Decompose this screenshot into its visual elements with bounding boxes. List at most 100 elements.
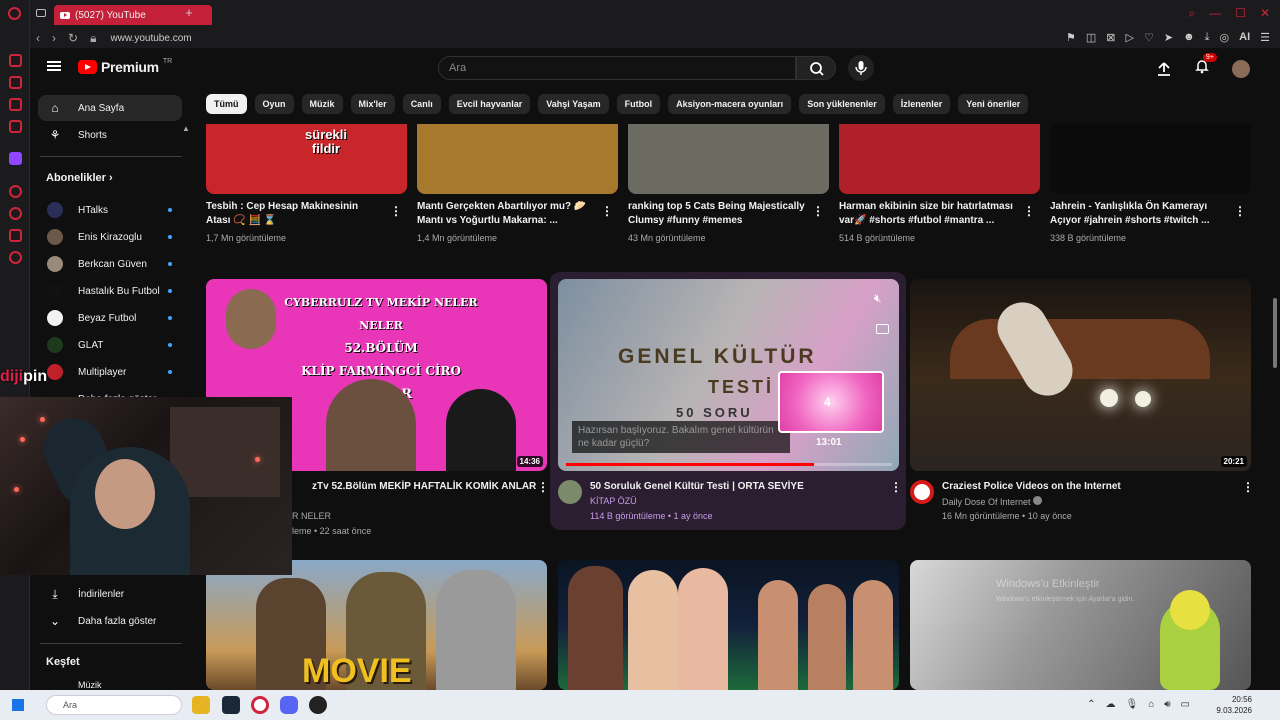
extension-icon[interactable]: ⚑ [1066,31,1076,44]
new-tab-button[interactable]: + [182,6,196,20]
tab-manager-icon[interactable] [36,9,46,17]
filter-chip[interactable]: Aksiyon-macera oyunları [668,94,792,114]
short-title[interactable]: Jahrein - Yanlışlıkla Ön Kamerayı Açıyor … [1050,200,1210,228]
volume-icon[interactable]: 🔊︎ [1164,699,1170,710]
sidebar-item-downloads[interactable]: ⤓ İndirilenler [38,581,182,607]
search-tabs-icon[interactable]: ⌕ [1188,6,1195,21]
more-options-icon[interactable]: ⋮ [537,480,549,494]
scrollbar-thumb[interactable] [1273,298,1277,368]
voice-search-button[interactable] [848,55,874,81]
extension-icon[interactable]: ⊠ [1106,31,1115,44]
sidebar-subscription-item[interactable]: Hastalık Bu Futbol [38,278,182,304]
short-title[interactable]: ranking top 5 Cats Being Majestically Clu… [628,200,805,228]
history-icon[interactable] [9,207,22,220]
channel-name[interactable]: R NELER [292,511,331,521]
video-thumbnail[interactable]: MOVIE [206,560,547,690]
opera-icon[interactable] [251,696,269,714]
sidebar-subscription-item[interactable]: Berkcan Güven [38,251,182,277]
sidebar-subscription-item[interactable]: GLAT [38,332,182,358]
menu-icon[interactable]: ☰ [1260,31,1270,44]
short-thumbnail[interactable] [628,124,829,194]
short-thumbnail[interactable] [839,124,1040,194]
mute-icon[interactable]: 🔇︎ [874,291,882,306]
download-icon[interactable]: ⤓ [1205,31,1210,44]
sidebar-item-home[interactable]: ⌂ Ana Sayfa [38,95,182,121]
video-thumbnail[interactable] [558,560,899,690]
sidebar-app-icon[interactable] [9,185,22,198]
more-options-icon[interactable]: ⋮ [1242,480,1254,494]
page-scrollbar[interactable] [1270,48,1280,690]
upload-icon[interactable] [1156,61,1172,77]
minimize-icon[interactable]: — [1209,6,1221,21]
battery-icon[interactable]: ▭ [1181,699,1190,710]
search-input[interactable]: Ara [438,56,796,80]
close-icon[interactable]: ✕ [1260,6,1270,21]
mic-tray-icon[interactable]: 🎙︎ [1125,699,1138,710]
more-options-icon[interactable]: ⋮ [601,204,613,218]
forward-icon[interactable]: › [52,31,56,46]
filter-chip[interactable]: Vahşi Yaşam [538,94,609,114]
filter-chip[interactable]: Mix'ler [350,94,395,114]
filter-chip[interactable]: Son yüklenenler [799,94,885,114]
heart-icon[interactable]: ♡ [1144,31,1154,44]
progress-track[interactable] [566,463,892,466]
sidebar-item-music[interactable]: Müzik [78,680,102,690]
scroll-up-icon[interactable]: ▲ [182,124,190,133]
channel-avatar[interactable] [910,480,934,504]
video-preview-player[interactable]: GENEL KÜLTÜR TESTİ 50 SORU Hazırsan başl… [558,279,899,471]
play-extension-icon[interactable]: ▷ [1126,31,1134,44]
channel-name[interactable]: KİTAP ÖZÜ [590,496,637,506]
sidebar-app-icon[interactable] [9,229,22,242]
channel-name[interactable]: Daily Dose Of Internet [942,496,1043,507]
account-icon[interactable]: ☻ [1183,31,1195,44]
more-options-icon[interactable]: ⋮ [890,480,902,494]
filter-chip[interactable]: Tümü [206,94,247,114]
url-field[interactable]: www.youtube.com [110,33,191,44]
filter-chip[interactable]: Canlı [402,94,441,114]
video-title[interactable]: Craziest Police Videos on the Internet [942,480,1121,494]
notifications-button[interactable]: 9+ [1194,53,1217,79]
short-thumbnail[interactable] [1050,124,1251,194]
more-options-icon[interactable]: ⋮ [812,204,824,218]
channel-avatar[interactable] [558,480,582,504]
search-button[interactable] [796,56,836,80]
sidebar-app-icon[interactable] [9,98,22,111]
short-thumbnail[interactable] [417,124,618,194]
short-title[interactable]: Mantı Gerçekten Abartılıyor mu? 🥟 Mantı v… [417,200,586,228]
more-options-icon[interactable]: ⋮ [1023,204,1035,218]
filter-chip[interactable]: Oyun [254,94,294,114]
sidebar-app-icon[interactable] [9,120,22,133]
cloud-icon[interactable]: ☁ [1105,699,1115,710]
network-icon[interactable]: ⌂ [1148,699,1154,710]
more-options-icon[interactable]: ⋮ [1234,204,1246,218]
captions-icon[interactable] [876,324,889,334]
settings-icon[interactable] [9,251,22,264]
short-thumbnail[interactable]: sürekli fildir [206,124,407,194]
twitch-icon[interactable] [9,152,22,165]
sidebar-subscription-item[interactable]: HTalks [38,197,182,223]
start-button[interactable] [12,699,24,711]
sidebar-subscription-item[interactable]: Multiplayer [38,359,182,385]
filter-chip[interactable]: Futbol [616,94,661,114]
file-explorer-icon[interactable] [192,696,210,714]
opera-logo-icon[interactable] [8,7,21,20]
sidebar-subscription-item[interactable]: Enis Kirazoglu [38,224,182,250]
clock[interactable]: 20:56 9.03.2026 [1216,694,1252,716]
extension-icon[interactable]: ◫ [1086,31,1096,44]
ai-button[interactable]: AI [1239,31,1250,44]
account-avatar[interactable] [1232,59,1250,78]
sidebar-item-show-more[interactable]: ⌄ Daha fazla göster [38,608,182,634]
filter-chip[interactable]: İzlenenler [892,94,951,114]
video-title[interactable]: zTv 52.Bölüm MEKİP HAFTALİK KOMİK ANLAR [312,480,536,494]
sidebar-subscription-item[interactable]: Beyaz Futbol [38,305,182,331]
sidebar-item-shorts[interactable]: ⚘ Shorts [38,122,182,148]
obs-icon[interactable] [309,696,327,714]
snapshot-icon[interactable]: ◎ [1220,31,1230,44]
short-title[interactable]: Tesbih : Cep Hesap Makinesinin Atası 📿 🧮 … [206,200,358,228]
back-icon[interactable]: ‹ [36,31,40,46]
filter-chip[interactable]: Yeni öneriler [958,94,1029,114]
chevron-up-icon[interactable]: ⌃ [1087,699,1095,710]
steam-icon[interactable] [222,696,240,714]
reload-icon[interactable]: ↻ [68,31,78,46]
more-options-icon[interactable]: ⋮ [390,204,402,218]
